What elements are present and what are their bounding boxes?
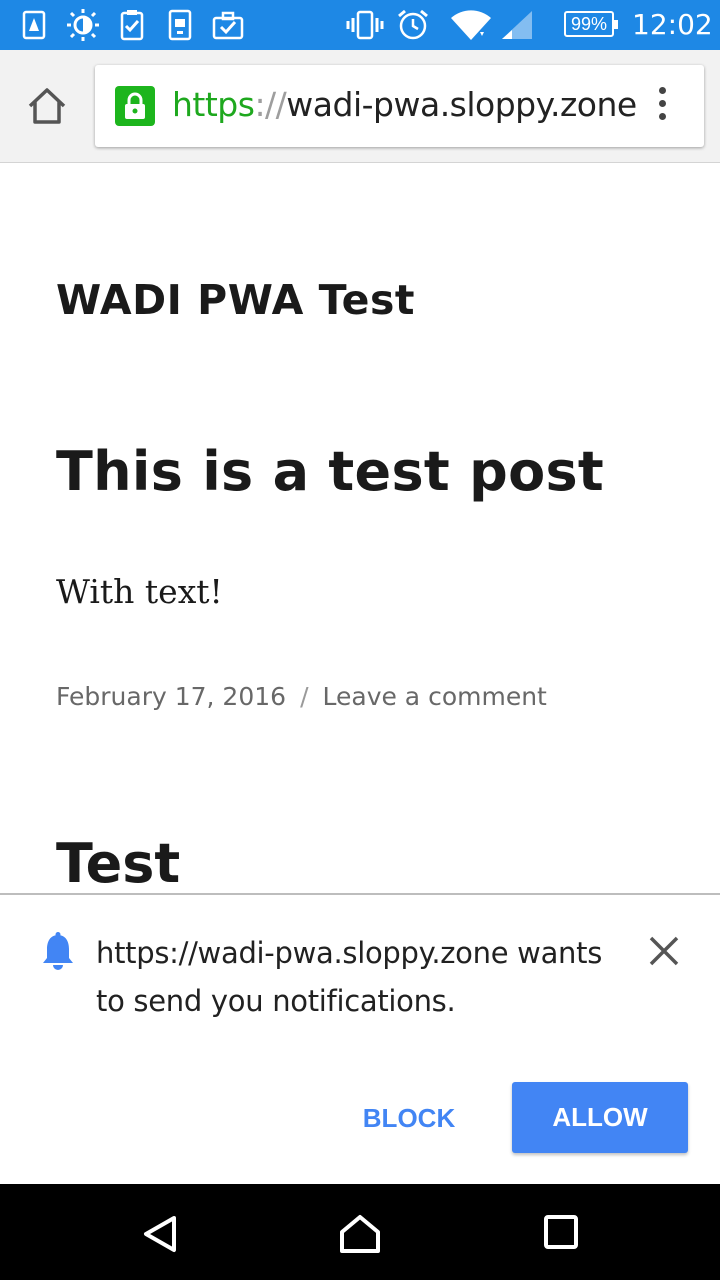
- close-icon: [649, 936, 679, 966]
- device-icon: [168, 9, 192, 41]
- home-button[interactable]: [24, 84, 70, 130]
- lock-icon[interactable]: [115, 86, 155, 126]
- clipboard-check-icon: [120, 9, 144, 41]
- url-text[interactable]: https://wadi-pwa.sloppy.zone: [172, 85, 637, 125]
- close-button[interactable]: [648, 935, 680, 967]
- navigation-bar: [0, 1184, 720, 1280]
- signal-icon: [500, 9, 534, 41]
- browser-toolbar: https://wadi-pwa.sloppy.zone: [0, 50, 720, 163]
- notification-prompt: https://wadi-pwa.sloppy.zone wants to se…: [0, 893, 720, 1186]
- comment-link[interactable]: Leave a comment: [323, 682, 547, 711]
- url-separator: ://: [254, 85, 287, 124]
- kebab-dot: [658, 100, 666, 107]
- brightness-icon: [66, 9, 100, 41]
- menu-button[interactable]: [655, 87, 669, 127]
- post-date[interactable]: February 17, 2016: [56, 682, 286, 711]
- url-scheme: https: [172, 85, 255, 124]
- back-button[interactable]: [140, 1214, 180, 1259]
- vibrate-icon: [346, 9, 384, 41]
- alarm-icon: [396, 9, 430, 41]
- post-title-2[interactable]: Test: [56, 832, 180, 895]
- home-icon: [28, 88, 66, 124]
- briefcase-check-icon: [212, 9, 244, 41]
- wifi-icon: [450, 9, 492, 41]
- prompt-message: https://wadi-pwa.sloppy.zone wants to se…: [96, 936, 603, 1018]
- url-bar[interactable]: https://wadi-pwa.sloppy.zone: [95, 65, 704, 147]
- bell-icon: [40, 931, 76, 971]
- block-button[interactable]: BLOCK: [356, 1083, 462, 1153]
- site-title[interactable]: WADI PWA Test: [56, 276, 415, 324]
- back-icon: [144, 1216, 176, 1252]
- kebab-dot: [658, 113, 666, 120]
- allow-button[interactable]: ALLOW: [512, 1082, 688, 1153]
- recents-icon: [544, 1215, 578, 1249]
- home-nav-button[interactable]: [338, 1214, 382, 1259]
- battery-icon: 99%: [564, 11, 618, 37]
- clock: 12:02: [632, 8, 713, 41]
- post-body: With text!: [56, 572, 223, 611]
- recents-button[interactable]: [543, 1214, 579, 1255]
- meta-separator: /: [300, 682, 309, 711]
- screen: 99% 12:02 https://wadi-pwa.sloppy.zone W…: [0, 0, 720, 1280]
- home-nav-icon: [340, 1215, 380, 1253]
- sim-alert-icon: [22, 9, 46, 41]
- battery-percent: 99%: [570, 14, 608, 34]
- kebab-dot: [658, 87, 666, 94]
- status-bar: 99% 12:02: [0, 0, 720, 50]
- post-title[interactable]: This is a test post: [56, 440, 604, 503]
- post-meta: February 17, 2016 / Leave a comment: [56, 682, 547, 711]
- url-host: wadi-pwa.sloppy.zone: [286, 85, 637, 124]
